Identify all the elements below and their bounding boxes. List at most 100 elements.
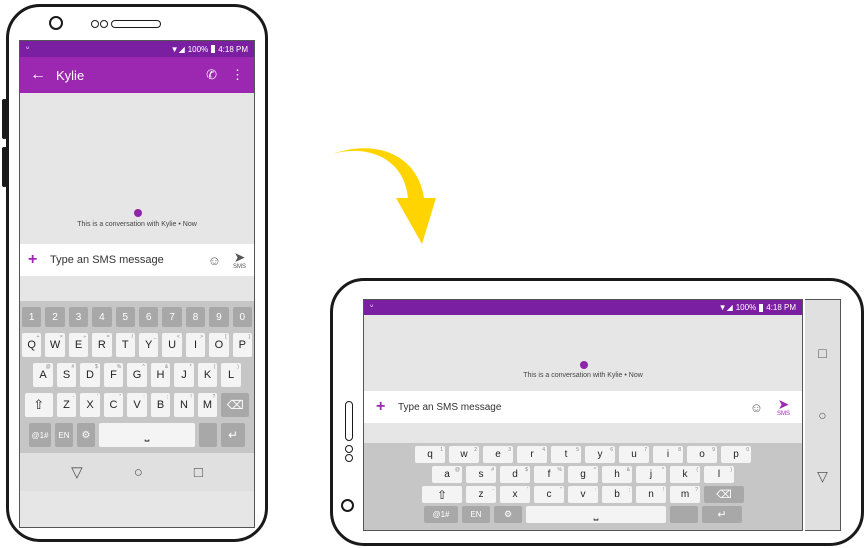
letter-key[interactable]: x ': [500, 486, 530, 503]
letter-key[interactable]: b;: [602, 486, 632, 503]
status-time: 4:18 PM: [218, 44, 248, 54]
space-key[interactable]: ⎵: [99, 423, 195, 447]
letter-key[interactable]: n!: [636, 486, 666, 503]
symbols-key[interactable]: @1#: [424, 506, 458, 523]
more-options-icon[interactable]: ⋮: [231, 67, 244, 83]
send-button[interactable]: ➤ SMS: [233, 250, 246, 270]
letter-key[interactable]: F%: [103, 363, 124, 387]
symbols-key[interactable]: @1#: [29, 423, 51, 447]
letter-key[interactable]: t5: [551, 446, 581, 463]
letter-key[interactable]: y6: [585, 446, 615, 463]
number-key[interactable]: 4: [92, 307, 112, 327]
letter-key[interactable]: B;: [150, 393, 171, 417]
letter-key[interactable]: O[: [209, 333, 229, 357]
number-key[interactable]: 7: [162, 307, 182, 327]
number-key[interactable]: 1: [21, 307, 42, 327]
space-key[interactable]: ⎵: [526, 506, 666, 523]
letter-key[interactable]: X ': [80, 393, 100, 417]
signal-icon: ▼◢: [718, 303, 733, 312]
letter-key[interactable]: K(: [197, 363, 218, 387]
emoji-icon[interactable]: ☺: [208, 253, 221, 268]
letter-key[interactable]: d $: [500, 466, 530, 483]
number-key[interactable]: 5: [115, 307, 135, 327]
key-label: Y: [145, 339, 153, 351]
letter-key[interactable]: P]: [232, 333, 253, 357]
key-label: y: [597, 449, 603, 460]
emoji-icon[interactable]: ☺: [750, 400, 763, 415]
letter-key[interactable]: A @: [33, 363, 53, 387]
message-input[interactable]: Type an SMS message: [50, 254, 208, 266]
letter-key[interactable]: q1: [415, 446, 445, 463]
number-key[interactable]: 0: [232, 307, 253, 327]
letter-key[interactable]: g ^: [568, 466, 598, 483]
letter-key[interactable]: f%: [534, 466, 564, 483]
letter-key[interactable]: o9: [687, 446, 717, 463]
letter-key[interactable]: E ÷: [68, 333, 89, 357]
settings-key[interactable]: ⚙: [494, 506, 522, 523]
shift-key[interactable]: ⇧: [24, 393, 53, 417]
number-key[interactable]: 2: [45, 307, 65, 327]
recent-apps-icon[interactable]: □: [818, 345, 826, 361]
letter-key[interactable]: V:: [127, 393, 147, 417]
letter-key[interactable]: v:: [568, 486, 598, 503]
letter-key[interactable]: i8: [653, 446, 683, 463]
period-key[interactable]: [199, 423, 217, 447]
letter-key[interactable]: h &: [602, 466, 632, 483]
letter-key[interactable]: W ×: [45, 333, 65, 357]
back-triangle-icon[interactable]: ▽: [71, 463, 83, 481]
backspace-key[interactable]: ⌫: [221, 393, 250, 417]
number-key[interactable]: 8: [185, 307, 206, 327]
enter-key[interactable]: ↵: [702, 506, 742, 523]
letter-key[interactable]: R =: [92, 333, 112, 357]
letter-key[interactable]: T /: [115, 333, 135, 357]
letter-key[interactable]: r4: [517, 446, 547, 463]
number-key[interactable]: 6: [139, 307, 159, 327]
letter-key[interactable]: a @: [432, 466, 462, 483]
home-icon[interactable]: ○: [134, 464, 143, 481]
letter-key[interactable]: S #: [56, 363, 77, 387]
letter-key[interactable]: p0: [721, 446, 751, 463]
letter-key[interactable]: l): [704, 466, 734, 483]
letter-key[interactable]: Z-: [56, 393, 77, 417]
letter-key[interactable]: D $: [80, 363, 100, 387]
letter-key[interactable]: C ": [103, 393, 124, 417]
letter-key[interactable]: U <: [162, 333, 182, 357]
letter-key[interactable]: Q +: [21, 333, 42, 357]
recent-apps-icon[interactable]: □: [194, 464, 203, 481]
letter-key[interactable]: I >: [185, 333, 206, 357]
backspace-key[interactable]: ⌫: [704, 486, 744, 503]
phone-call-icon[interactable]: ✆: [206, 67, 217, 83]
letter-key[interactable]: w2: [449, 446, 479, 463]
letter-key[interactable]: L): [221, 363, 241, 387]
letter-key[interactable]: N!: [174, 393, 194, 417]
letter-key[interactable]: k(: [670, 466, 700, 483]
enter-key[interactable]: ↵: [221, 423, 245, 447]
letter-key[interactable]: u7: [619, 446, 649, 463]
letter-key[interactable]: e3: [483, 446, 513, 463]
number-key[interactable]: 9: [209, 307, 229, 327]
send-button[interactable]: ➤ SMS: [777, 397, 790, 417]
letter-key[interactable]: z-: [466, 486, 496, 503]
letter-key[interactable]: m?: [670, 486, 700, 503]
shift-key[interactable]: ⇧: [422, 486, 462, 503]
language-key[interactable]: EN: [55, 423, 73, 447]
letter-key[interactable]: M?: [197, 393, 218, 417]
number-key[interactable]: 3: [68, 307, 89, 327]
period-key[interactable]: [670, 506, 698, 523]
letter-key[interactable]: H &: [150, 363, 171, 387]
back-triangle-icon[interactable]: ▽: [817, 468, 828, 485]
letter-key[interactable]: j *: [636, 466, 666, 483]
letter-key[interactable]: G ^: [127, 363, 147, 387]
attach-plus-icon[interactable]: +: [28, 251, 50, 269]
letter-key[interactable]: c ": [534, 486, 564, 503]
language-key[interactable]: EN: [462, 506, 490, 523]
settings-key[interactable]: ⚙: [77, 423, 95, 447]
home-icon[interactable]: ○: [818, 407, 826, 423]
letter-key[interactable]: s #: [466, 466, 496, 483]
key-hint: ): [237, 364, 239, 370]
message-input[interactable]: Type an SMS message: [398, 402, 750, 413]
attach-plus-icon[interactable]: +: [376, 398, 398, 416]
back-arrow-icon[interactable]: ←: [30, 66, 56, 84]
letter-key[interactable]: Y _: [139, 333, 159, 357]
letter-key[interactable]: J *: [174, 363, 194, 387]
